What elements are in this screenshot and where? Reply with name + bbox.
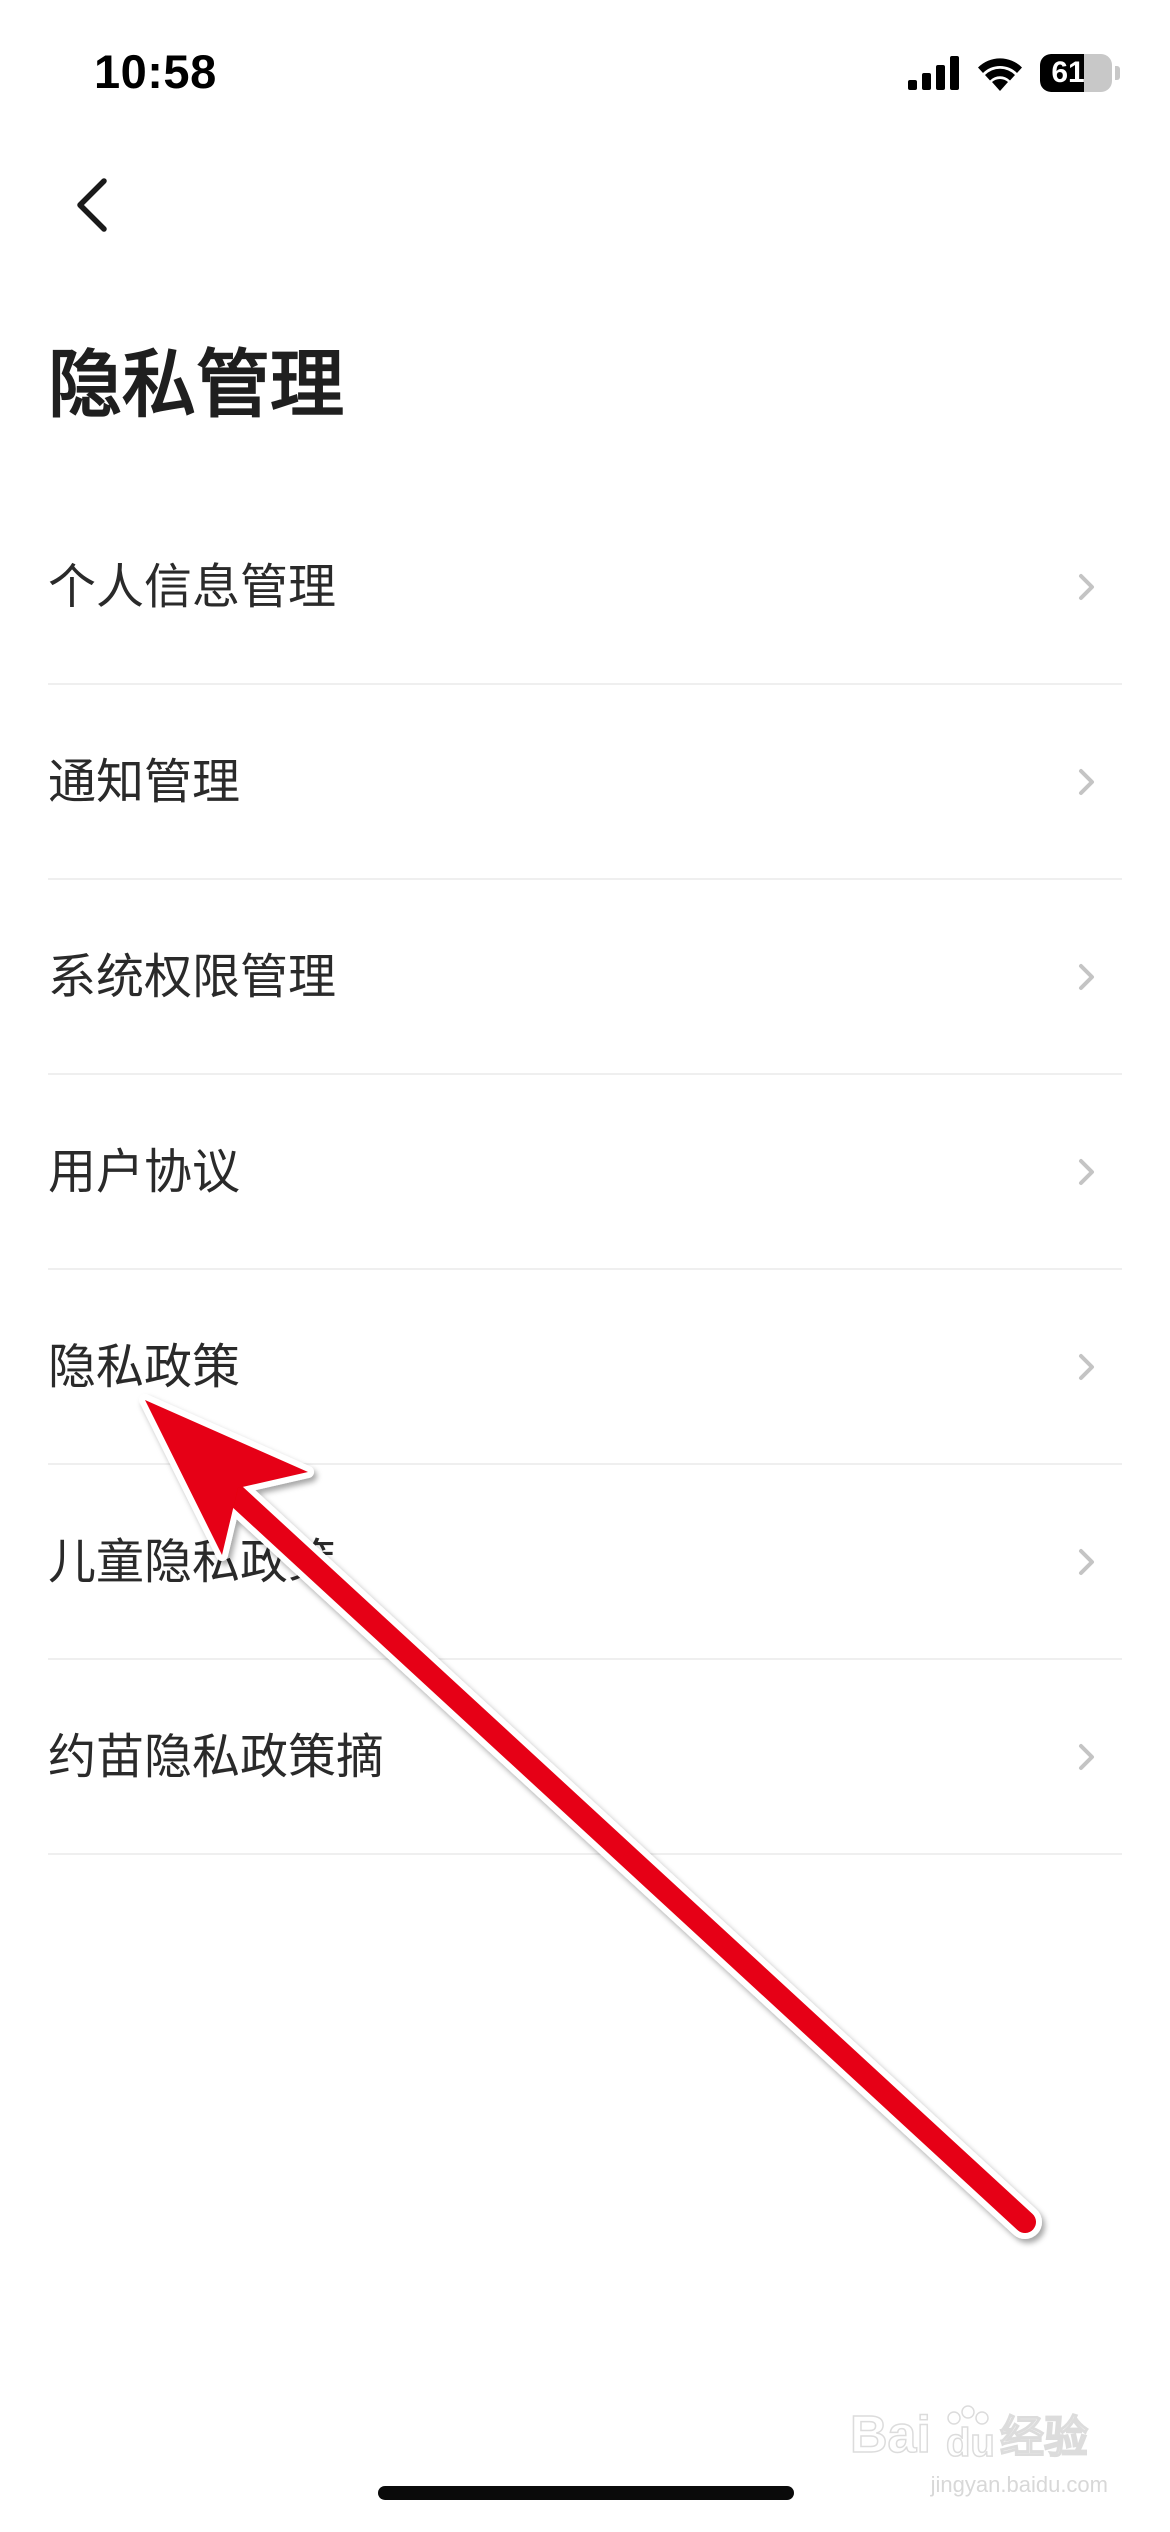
chevron-right-icon: [1072, 768, 1100, 796]
chevron-right-icon: [1072, 573, 1100, 601]
menu-item-label: 儿童隐私政策: [48, 1533, 337, 1590]
watermark-logo: Bai du 经验: [850, 2400, 1110, 2470]
home-indicator[interactable]: [378, 2486, 794, 2500]
menu-item-label: 系统权限管理: [48, 948, 337, 1005]
status-icons: 61: [908, 50, 1120, 96]
menu-item-label: 用户协议: [48, 1143, 241, 1200]
page-title: 隐私管理: [48, 342, 344, 428]
chevron-right-icon: [1072, 1548, 1100, 1576]
chevron-left-icon: [77, 178, 107, 232]
menu-item-personal-info[interactable]: 个人信息管理: [48, 490, 1122, 685]
chevron-right-icon: [1072, 963, 1100, 991]
menu-list: 个人信息管理 通知管理 系统权限管理 用户协议 隐私政策 儿童隐私政策 约苗隐私…: [48, 490, 1122, 1855]
baidu-paw-icon: Bai du 经验: [850, 2405, 1089, 2466]
svg-text:Bai: Bai: [850, 2406, 931, 2464]
svg-text:经验: 经验: [1000, 2412, 1088, 2463]
menu-item-label: 隐私政策: [48, 1338, 241, 1395]
menu-item-label: 通知管理: [48, 753, 241, 810]
menu-item-privacy-policy[interactable]: 隐私政策: [48, 1270, 1122, 1465]
status-bar: 10:58 61: [0, 0, 1170, 150]
chevron-right-icon: [1072, 1353, 1100, 1381]
menu-item-privacy-summary[interactable]: 约苗隐私政策摘: [48, 1660, 1122, 1855]
signal-icon: [908, 56, 959, 90]
watermark-url: jingyan.baidu.com: [930, 2472, 1108, 2497]
menu-item-label: 约苗隐私政策摘: [48, 1728, 385, 1785]
menu-item-system-permissions[interactable]: 系统权限管理: [48, 880, 1122, 1075]
chevron-right-icon: [1072, 1158, 1100, 1186]
menu-item-notifications[interactable]: 通知管理: [48, 685, 1122, 880]
menu-item-label: 个人信息管理: [48, 558, 337, 615]
menu-item-user-agreement[interactable]: 用户协议: [48, 1075, 1122, 1270]
battery-icon: 61: [1040, 54, 1112, 92]
status-time: 10:58: [94, 45, 217, 98]
svg-text:du: du: [946, 2421, 995, 2465]
battery-level: 61: [1051, 56, 1085, 89]
chevron-right-icon: [1072, 1743, 1100, 1771]
battery-cap: [1115, 66, 1120, 80]
back-button[interactable]: [52, 165, 132, 245]
menu-item-children-privacy-policy[interactable]: 儿童隐私政策: [48, 1465, 1122, 1660]
wifi-icon: [978, 58, 1022, 91]
